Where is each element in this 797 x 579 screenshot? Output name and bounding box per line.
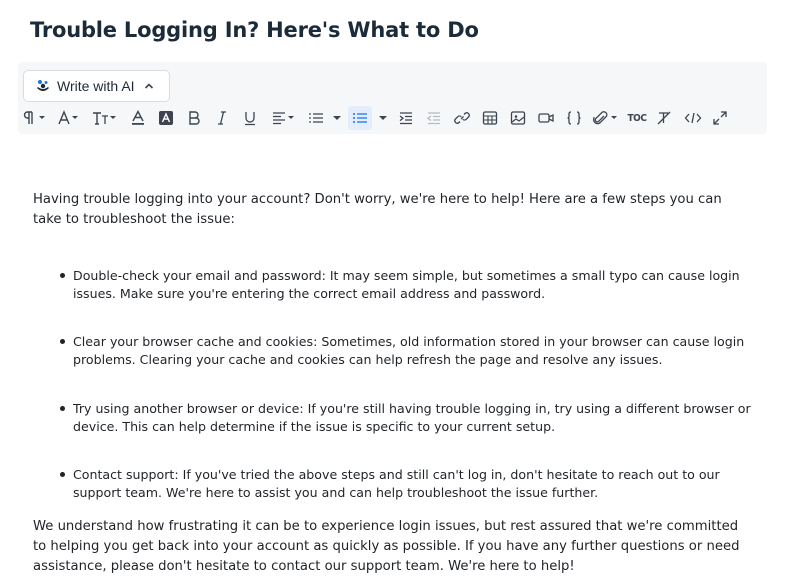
unordered-list-icon [353,113,367,123]
bold-icon [189,111,200,125]
link-button[interactable] [452,106,472,130]
bullet-dot [60,406,65,411]
text-color-button[interactable] [128,106,148,130]
toolbar-buttons: TOC [18,106,767,130]
steps-list: Double-check your email and password: It… [33,267,753,502]
list-item: Double-check your email and password: It… [33,267,753,303]
unordered-list-button[interactable] [348,106,372,130]
editor-toolbar: Write with AI TOC [18,62,767,134]
source-code-icon [684,112,702,124]
chevron-down-icon [379,116,387,120]
list-item-text: Contact support: If you've tried the abo… [73,467,720,500]
write-with-ai-label: Write with AI [57,78,135,94]
fullscreen-button[interactable] [710,106,730,130]
text-color-icon [132,110,144,125]
underline-button[interactable] [240,106,260,130]
attachment-button[interactable] [592,106,622,130]
background-color-icon [159,111,173,125]
bold-button[interactable] [184,106,204,130]
indent-button[interactable] [396,106,416,130]
italic-icon [218,111,226,125]
bullet-dot [60,472,65,477]
toc-button[interactable]: TOC [626,106,648,130]
font-family-icon [58,110,78,125]
list-item-text: Double-check your email and password: It… [73,268,740,301]
paragraph-format-icon [23,111,45,124]
ordered-list-dropdown[interactable] [330,106,344,130]
font-size-button[interactable] [90,106,120,130]
video-button[interactable] [536,106,556,130]
ordered-list-button[interactable] [306,106,326,130]
background-color-button[interactable] [156,106,176,130]
link-icon [454,112,470,124]
toc-icon: TOC [627,112,647,124]
underline-icon [245,112,255,126]
outdent-button[interactable] [424,106,444,130]
fullscreen-icon [713,111,727,125]
list-item-text: Clear your browser cache and cookies: So… [73,334,745,367]
list-item: Contact support: If you've tried the abo… [33,466,753,502]
bullet-dot [60,273,65,278]
ai-sparkle-icon [37,80,49,91]
italic-button[interactable] [212,106,232,130]
intro-paragraph: Having trouble logging into your account… [33,192,722,227]
source-code-button[interactable] [682,106,704,130]
clear-format-button[interactable] [654,106,674,130]
attachment-icon [593,111,617,125]
image-icon [510,111,526,125]
write-with-ai-button[interactable]: Write with AI [23,70,170,102]
code-block-button[interactable] [564,106,584,130]
image-button[interactable] [508,106,528,130]
align-icon [273,112,294,125]
ordered-list-icon [309,113,323,123]
chevron-up-icon [144,83,153,89]
list-item-text: Try using another browser or device: If … [73,401,751,434]
video-icon [538,113,554,123]
outdent-icon [426,112,440,125]
table-icon [482,111,498,125]
paragraph-format-button[interactable] [22,106,50,130]
code-block-icon [567,111,581,125]
list-item: Clear your browser cache and cookies: So… [33,333,753,369]
clear-format-icon [657,111,671,125]
font-size-icon [93,112,116,125]
align-button[interactable] [270,106,300,130]
bullet-dot [60,339,65,344]
page-title: Trouble Logging In? Here's What to Do [30,18,479,42]
font-family-button[interactable] [56,106,84,130]
table-button[interactable] [480,106,500,130]
chevron-down-icon [333,116,341,120]
list-item: Try using another browser or device: If … [33,400,753,436]
editor-content[interactable]: Having trouble logging into your account… [33,190,753,577]
unordered-list-dropdown[interactable] [376,106,390,130]
closing-paragraph: We understand how frustrating it can be … [33,519,740,574]
indent-icon [399,112,412,125]
